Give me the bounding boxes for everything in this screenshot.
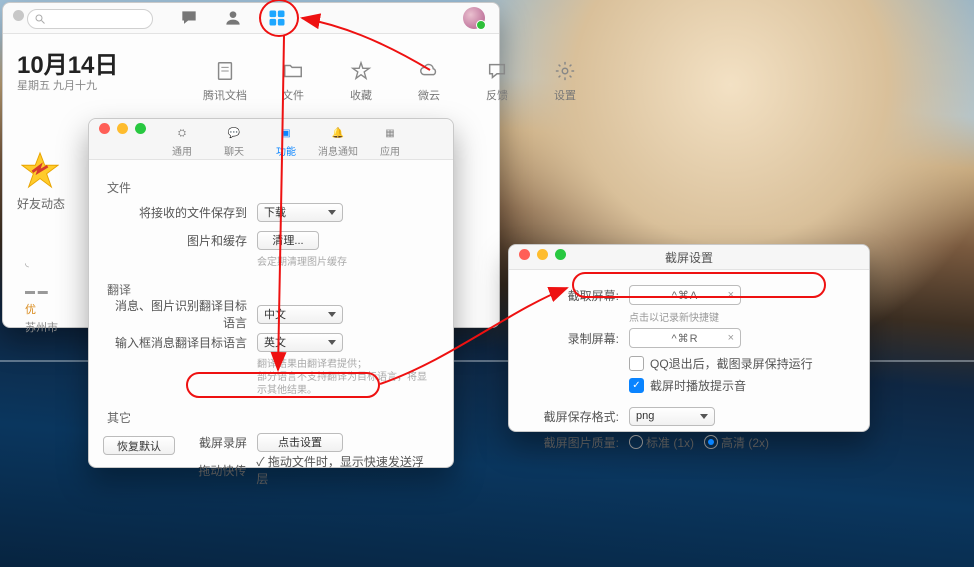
cat-feedback[interactable]: 反馈 <box>475 59 519 103</box>
shortcut-record[interactable]: ^⌘R × <box>629 328 741 348</box>
ss-body: 截取屏幕: ^⌘A × 点击以记录新快捷键 录制屏幕: ^⌘R × QQ退出后，截图录屏… <box>509 269 869 431</box>
cat-label: 收藏 <box>350 87 372 103</box>
tab-label: 通用 <box>172 143 192 158</box>
hint-trans1: 翻译结果由翻译君提供； <box>257 358 435 371</box>
screenshot-settings-window: 截屏设置 截取屏幕: ^⌘A × 点击以记录新快捷键 录制屏幕: ^⌘R × QQ退出后… <box>508 244 870 432</box>
checkbox-icon: ✓ <box>629 378 644 393</box>
tab-label: 聊天 <box>224 143 244 158</box>
cat-settings[interactable]: 设置 <box>543 59 587 103</box>
cube-icon: ▣ <box>277 124 295 142</box>
checkbox-play-sound[interactable]: ✓ 截屏时播放提示音 <box>629 374 851 396</box>
label-quality: 截屏图片质量: <box>527 434 629 451</box>
cat-label: 反馈 <box>486 87 508 103</box>
cat-weiyun[interactable]: 微云 <box>407 59 451 103</box>
label-capture: 截取屏幕: <box>527 287 629 304</box>
hint-cache: 会定期清理图片缓存 <box>257 256 435 269</box>
shortcut-capture[interactable]: ^⌘A × <box>629 285 741 305</box>
checkbox-label: 拖动文件时，显示快速发送浮层 <box>256 455 424 486</box>
shortcut-value: ^⌘A <box>672 289 699 302</box>
tab-notifications[interactable]: 🔔消息通知 <box>315 120 361 158</box>
date-large: 10月14日 <box>17 45 118 80</box>
weather-label: 优 <box>25 301 36 317</box>
select-value: png <box>636 410 654 422</box>
label-trans-msg: 消息、图片识别翻译目标语言 <box>107 297 257 331</box>
pref-tabs: ⛭通用 💬聊天 ▣功能 🔔消息通知 ▦应用 <box>89 119 453 159</box>
tab-apps[interactable]: ▦应用 <box>367 120 413 158</box>
label-trans-input: 输入框消息翻译目标语言 <box>107 334 257 351</box>
window-traffic-lights[interactable] <box>519 249 566 260</box>
radio-label: 高清 (2x) <box>721 434 769 451</box>
app-category-row: 腾讯文档 文件 收藏 微云 反馈 设置 <box>203 59 587 103</box>
clear-shortcut-icon[interactable]: × <box>728 332 735 344</box>
qzone-label: 好友动态 <box>17 195 65 212</box>
cat-label: 设置 <box>554 87 576 103</box>
select-value: 中文 <box>264 306 286 322</box>
checkbox-label: QQ退出后，截图录屏保持运行 <box>650 355 813 372</box>
select-format[interactable]: png <box>629 407 715 426</box>
select-trans-msg[interactable]: 中文 <box>257 305 343 324</box>
apps-grid-icon[interactable] <box>266 7 288 29</box>
preferences-window: ⛭通用 💬聊天 ▣功能 🔔消息通知 ▦应用 文件 将接收的文件保存到下载 图片和… <box>88 118 454 468</box>
label-dragtransfer: 拖动快传 <box>107 462 256 479</box>
cat-favorites[interactable]: 收藏 <box>339 59 383 103</box>
checkbox-dragtransfer[interactable]: ✓ 拖动文件时，显示快速发送浮层 <box>256 453 435 487</box>
avatar[interactable] <box>463 7 485 29</box>
hint-trans2: 部分语言不支持翻译为目标语言，将显示其他结果。 <box>257 371 435 397</box>
bell-icon: 🔔 <box>329 124 347 142</box>
label-save-to: 将接收的文件保存到 <box>107 204 257 221</box>
radio-hd[interactable]: 高清 (2x) <box>704 434 769 451</box>
checkbox-icon <box>629 356 644 371</box>
tab-general[interactable]: ⛭通用 <box>159 120 205 158</box>
chat-icon: 💬 <box>225 124 243 142</box>
contacts-icon[interactable] <box>222 7 244 29</box>
shortcut-value: ^⌘R <box>671 332 698 345</box>
button-screenshot-settings[interactable]: 点击设置 <box>257 433 343 452</box>
city-label: 苏州市 <box>25 319 58 335</box>
select-value: 英文 <box>264 334 286 350</box>
grid-icon: ▦ <box>381 124 399 142</box>
clear-shortcut-icon[interactable]: × <box>728 289 735 301</box>
window-title: 截屏设置 <box>665 249 713 266</box>
toolbar-icons <box>178 7 288 29</box>
tab-features[interactable]: ▣功能 <box>263 120 309 158</box>
checkbox-keep-running[interactable]: QQ退出后，截图录屏保持运行 <box>629 352 851 374</box>
tab-label: 应用 <box>380 143 400 158</box>
hint-shortcut: 点击以记录新快捷键 <box>629 309 851 324</box>
radio-label: 标准 (1x) <box>646 434 694 451</box>
sidebar-misc-icons: ◟▬ ▬ <box>25 257 48 299</box>
cat-tencent-docs[interactable]: 腾讯文档 <box>203 59 247 103</box>
cat-label: 微云 <box>418 87 440 103</box>
search-input[interactable] <box>27 9 153 29</box>
chat-icon[interactable] <box>178 7 200 29</box>
label-pic-cache: 图片和缓存 <box>107 232 257 249</box>
search-icon <box>34 13 46 25</box>
cat-files[interactable]: 文件 <box>271 59 315 103</box>
radio-standard[interactable]: 标准 (1x) <box>629 434 694 451</box>
button-clean-cache[interactable]: 清理... <box>257 231 319 250</box>
cat-label: 腾讯文档 <box>203 87 247 103</box>
pref-body: 文件 将接收的文件保存到下载 图片和缓存清理... 会定期清理图片缓存 翻译 消… <box>89 159 453 467</box>
select-trans-input[interactable]: 英文 <box>257 333 343 352</box>
label-format: 截屏保存格式: <box>527 408 629 425</box>
section-file: 文件 <box>107 179 435 196</box>
gear-icon: ⛭ <box>173 124 191 142</box>
tab-label: 功能 <box>276 143 296 158</box>
date-sub: 星期五 九月十九 <box>17 77 97 93</box>
cat-label: 文件 <box>282 87 304 103</box>
section-translate: 翻译 <box>107 281 435 298</box>
select-save-to[interactable]: 下载 <box>257 203 343 222</box>
tab-chat[interactable]: 💬聊天 <box>211 120 257 158</box>
checkbox-label: 截屏时播放提示音 <box>650 377 746 394</box>
select-value: 下载 <box>264 204 286 220</box>
section-other: 其它 <box>107 409 435 426</box>
tab-label: 消息通知 <box>318 143 358 158</box>
restore-defaults-button[interactable]: 恢复默认 <box>103 436 175 455</box>
label-record: 录制屏幕: <box>527 330 629 347</box>
qzone-star-icon[interactable] <box>21 151 59 189</box>
